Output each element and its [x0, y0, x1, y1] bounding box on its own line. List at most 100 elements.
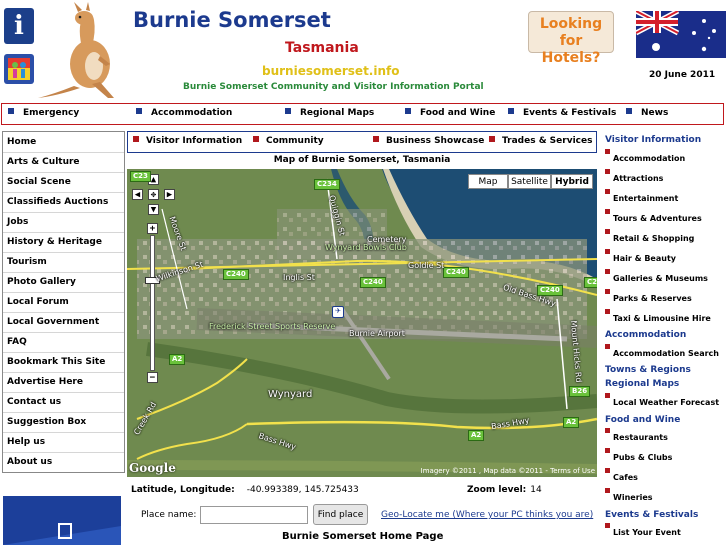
left-nav-help[interactable]: Help us [7, 437, 45, 447]
left-nav-history[interactable]: History & Heritage [7, 237, 102, 247]
left-nav-local-forum[interactable]: Local Forum [7, 297, 69, 307]
left-nav-photo-gallery[interactable]: Photo Gallery [7, 277, 76, 287]
right-link[interactable]: Entertainment [605, 189, 678, 203]
divider [3, 152, 124, 153]
bullet [605, 488, 610, 493]
pan-center-icon[interactable]: ✥ [148, 189, 159, 200]
left-nav-home[interactable]: Home [7, 137, 36, 147]
map-type-map[interactable]: Map [468, 174, 508, 189]
pan-down-icon[interactable]: ▼ [148, 204, 159, 215]
google-logo[interactable]: Google [129, 461, 176, 475]
road-sign: C240 [223, 269, 249, 280]
top-nav-emergency[interactable]: Emergency [8, 108, 79, 118]
road-sign: C240 [584, 277, 597, 288]
lat-long-value: -40.993389, 145.725433 [246, 485, 359, 495]
left-nav-contact[interactable]: Contact us [7, 397, 61, 407]
right-link[interactable]: Cafes [605, 468, 638, 482]
right-link-label: Hair & Beauty [613, 254, 676, 263]
label-wynyard: Wynyard [268, 389, 313, 400]
top-nav-events[interactable]: Events & Festivals [508, 108, 616, 118]
bullet [605, 289, 610, 294]
zoom-slider-track[interactable] [150, 235, 155, 371]
left-nav-tourism[interactable]: Tourism [7, 257, 47, 267]
right-link[interactable]: Local Weather Forecast [605, 393, 719, 407]
road-sign: C234 [314, 179, 340, 190]
right-link[interactable]: Accommodation [605, 149, 685, 163]
map-type-satellite[interactable]: Satellite [508, 174, 551, 189]
find-place-button[interactable]: Find place [313, 504, 368, 525]
top-nav-food-and-wine[interactable]: Food and Wine [405, 108, 495, 118]
bullet [405, 108, 411, 114]
label-inglis-st: Inglis St [283, 273, 315, 282]
map-attribution[interactable]: Imagery ©2011 , Map data ©2011 - Terms o… [421, 467, 595, 475]
road-sign: B26 [569, 386, 591, 397]
right-link[interactable]: Attractions [605, 169, 663, 183]
bullet [626, 108, 632, 114]
top-nav-accommodation[interactable]: Accommodation [136, 108, 232, 118]
bullet [253, 136, 259, 142]
side-banner[interactable] [3, 496, 121, 545]
left-nav-classifieds[interactable]: Classifieds Auctions [7, 197, 108, 207]
right-link-label: Local Weather Forecast [613, 398, 720, 407]
right-link-label: Parks & Reserves [613, 294, 692, 303]
top-nav-label: Accommodation [151, 108, 233, 118]
left-nav-suggestion[interactable]: Suggestion Box [7, 417, 86, 427]
right-link[interactable]: Retail & Shopping [605, 229, 694, 243]
right-link[interactable]: Pubs & Clubs [605, 448, 672, 462]
road-sign: C240 [443, 267, 469, 278]
bullet [508, 108, 514, 114]
right-link[interactable]: Parks & Reserves [605, 289, 692, 303]
bullet [605, 149, 610, 154]
right-head-food[interactable]: Food and Wine [605, 415, 680, 425]
right-head-events[interactable]: Events & Festivals [605, 510, 698, 520]
right-link[interactable]: Galleries & Museums [605, 269, 708, 283]
tourism-logo [4, 54, 34, 84]
sub-nav-trades[interactable]: Trades & Services [489, 136, 592, 146]
right-head-accommodation[interactable]: Accommodation [605, 330, 686, 340]
top-nav-news[interactable]: News [626, 108, 668, 118]
hotels-button[interactable]: Looking for Hotels? [528, 11, 614, 66]
zoom-out-icon[interactable]: − [147, 372, 158, 383]
right-link[interactable]: Accommodation Search [605, 344, 719, 358]
right-link[interactable]: Wineries [605, 488, 653, 502]
geolocate-link[interactable]: Geo-Locate me (Where your PC thinks you … [381, 510, 593, 520]
left-nav-jobs[interactable]: Jobs [7, 217, 28, 227]
left-nav-faq[interactable]: FAQ [7, 337, 27, 347]
right-link[interactable]: Tours & Adventures [605, 209, 702, 223]
right-link-label: Cafes [613, 473, 638, 482]
left-nav-advertise[interactable]: Advertise Here [7, 377, 83, 387]
banner-graphic [3, 496, 121, 545]
right-head-towns[interactable]: Towns & Regions [605, 365, 691, 375]
sub-nav-business[interactable]: Business Showcase [373, 136, 484, 146]
bullet [136, 108, 142, 114]
left-nav-bookmark[interactable]: Bookmark This Site [7, 357, 105, 367]
divider [3, 432, 124, 433]
map-view[interactable]: Map Satellite Hybrid ▲ ◀ ✥ ▶ ▼ + − C23 C… [127, 169, 597, 477]
left-nav-arts-culture[interactable]: Arts & Culture [7, 157, 80, 167]
right-link-label: Retail & Shopping [613, 234, 695, 243]
pan-left-icon[interactable]: ◀ [132, 189, 143, 200]
top-nav-regional-maps[interactable]: Regional Maps [285, 108, 374, 118]
bullet [605, 428, 610, 433]
right-link[interactable]: List Your Event [605, 523, 681, 537]
right-link[interactable]: Restaurants [605, 428, 668, 442]
airport-icon[interactable]: ✈ [332, 306, 344, 318]
sub-nav-visitor-info[interactable]: Visitor Information [133, 136, 242, 146]
home-page-label: Burnie Somerset Home Page [282, 531, 444, 542]
place-name-input[interactable] [200, 506, 308, 524]
right-link[interactable]: Hair & Beauty [605, 249, 676, 263]
zoom-in-icon[interactable]: + [147, 223, 158, 234]
australia-flag [636, 11, 726, 58]
pan-right-icon[interactable]: ▶ [164, 189, 175, 200]
divider [3, 412, 124, 413]
sub-nav-community[interactable]: Community [253, 136, 324, 146]
bullet [8, 108, 14, 114]
site-url[interactable]: burniesomerset.info [262, 64, 400, 78]
map-type-hybrid[interactable]: Hybrid [551, 174, 593, 189]
left-nav-local-government[interactable]: Local Government [7, 317, 99, 327]
right-link[interactable]: Taxi & Limousine Hire [605, 309, 711, 323]
right-head-maps[interactable]: Regional Maps [605, 379, 679, 389]
left-nav-about[interactable]: About us [7, 457, 52, 467]
left-nav-social-scene[interactable]: Social Scene [7, 177, 71, 187]
right-head-visitor[interactable]: Visitor Information [605, 135, 701, 145]
